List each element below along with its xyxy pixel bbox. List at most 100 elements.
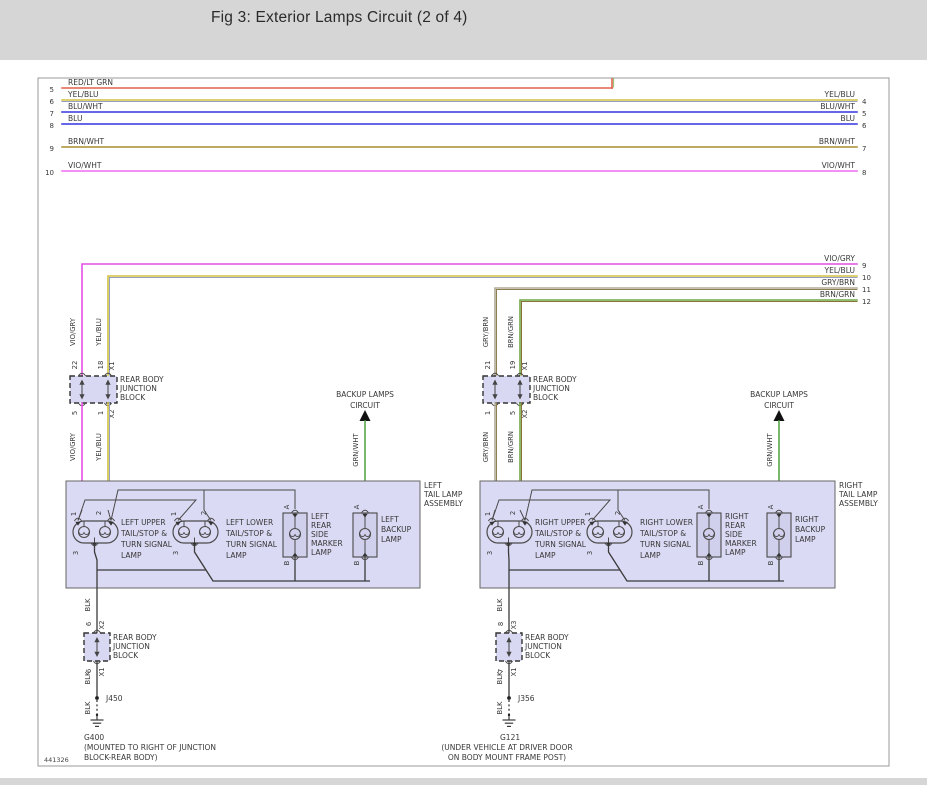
wire-label-vertical: BLK [84, 671, 92, 684]
assembly-name: TAIL LAMP [838, 490, 878, 499]
block-name: REAR BODY [120, 375, 164, 384]
off-page-label: BACKUP LAMPS [750, 390, 808, 399]
lamp-name: TAIL/STOP & [534, 529, 581, 538]
wire-end-dot [507, 713, 511, 717]
lamp-name: LEFT UPPER [121, 518, 166, 527]
lamp-name: LAMP [311, 548, 332, 557]
lamp-name: LAMP [226, 551, 247, 560]
right-tail-lamp-assembly: RIGHT TAIL LAMP ASSEMBLY 1 2 3 1 2 3 A B… [479, 480, 878, 589]
wire-label: BRN/WHT [819, 137, 856, 146]
wire-label-vertical: YEL/BLU [95, 318, 103, 347]
pin-number: 8 [862, 169, 866, 177]
pin-letter: B [767, 560, 775, 565]
lamp-name: RIGHT [725, 512, 749, 521]
pin-number: 21 [484, 361, 492, 370]
pin-number: 9 [50, 145, 54, 153]
junction-block-box [482, 375, 531, 404]
splice-label: J450 [105, 694, 123, 703]
lamp-name: TAIL/STOP & [225, 529, 272, 538]
connector-label: X2 [98, 621, 106, 630]
lamp-name: TURN SIGNAL [639, 540, 692, 549]
block-name: REAR BODY [113, 633, 157, 642]
pin-number: 4 [862, 98, 867, 106]
pin-letter: B [283, 560, 291, 565]
wire-label-vertical: BLK [496, 598, 504, 611]
pin-letter: B [353, 560, 361, 565]
wire-label: VIO/GRY [824, 254, 855, 263]
pin-number: 3 [72, 551, 80, 555]
pin-letter: A [767, 504, 775, 509]
wire-label: VIO/WHT [822, 161, 856, 170]
pin-number: 22 [71, 361, 79, 370]
wire-label-vertical: GRN/WHT [352, 432, 360, 466]
page: Fig 3: Exterior Lamps Circuit (2 of 4) 5… [0, 0, 927, 785]
wire-label-vertical: BLK [496, 671, 504, 684]
block-name: BLOCK [533, 393, 559, 402]
pin-number: 6 [862, 122, 867, 130]
wire-label: VIO/WHT [68, 161, 102, 170]
lamp-name: LAMP [725, 548, 746, 557]
connector-label: X1 [98, 668, 106, 677]
lamp-name: TURN SIGNAL [534, 540, 587, 549]
ground-caption: (UNDER VEHICLE AT DRIVER DOOR [441, 743, 572, 752]
lamp-name: MARKER [311, 539, 343, 548]
pin-number: 1 [484, 411, 492, 415]
pin-number: 3 [486, 551, 494, 555]
lamp-name: MARKER [725, 539, 757, 548]
pin-number: 5 [71, 411, 79, 415]
ground-wire [507, 546, 510, 588]
pin-number: 1 [97, 411, 105, 415]
wire-label-vertical: GRN/WHT [766, 432, 774, 466]
pin-number: 2 [95, 511, 103, 515]
pin-number: 19 [509, 361, 517, 370]
pin-letter: A [697, 504, 705, 509]
pin-number: 18 [97, 361, 105, 370]
lamp-name: REAR [725, 521, 745, 530]
block-name: JUNCTION [119, 384, 157, 393]
wire-label: BLU/WHT [820, 102, 855, 111]
pin-number: 8 [497, 622, 505, 626]
pin-number: 10 [862, 274, 871, 282]
pin-number: 3 [172, 551, 180, 555]
ground-caption: ON BODY MOUNT FRAME POST) [448, 753, 566, 762]
pin-number: 1 [70, 512, 78, 516]
off-page-label: CIRCUIT [350, 401, 380, 410]
assembly-name: ASSEMBLY [839, 499, 878, 508]
assembly-name: ASSEMBLY [424, 499, 463, 508]
lamp-name: TURN SIGNAL [225, 540, 278, 549]
wire-label: YEL/BLU [824, 266, 855, 275]
wire-label-vertical: BRN/GRN [507, 316, 515, 348]
wire-label: YEL/BLU [824, 90, 855, 99]
pin-number: 2 [614, 511, 622, 515]
wire-label: BLU [841, 114, 855, 123]
block-name: BLOCK [525, 651, 551, 660]
wire-label: BRN/GRN [820, 290, 855, 299]
pin-number: 3 [586, 551, 594, 555]
block-name: BLOCK [113, 651, 139, 660]
wire-label-vertical: BLK [84, 598, 92, 611]
lamp-name: LEFT [311, 512, 329, 521]
diagram-canvas [0, 60, 927, 778]
pin-number: 1 [584, 512, 592, 516]
lamp-name: LAMP [535, 551, 556, 560]
pin-number: 6 [50, 98, 55, 106]
pin-number: 11 [862, 286, 871, 294]
wire-label: YEL/BLU [67, 90, 98, 99]
wire-label-vertical: GRY/BRN [482, 317, 490, 347]
wiring-diagram: 5 6 7 8 9 10 RED/LT GRN YEL/BLU BLU/WHT … [0, 60, 927, 778]
block-name: JUNCTION [524, 642, 562, 651]
lamp-name: BACKUP [795, 525, 826, 534]
lamp-name: RIGHT [795, 515, 819, 524]
wire-label-vertical: GRY/BRN [482, 432, 490, 462]
pin-number: 2 [509, 511, 517, 515]
pin-letter: A [353, 504, 361, 509]
pin-number: 5 [509, 411, 517, 415]
pin-number: 12 [862, 298, 871, 306]
lamp-name: LEFT LOWER [226, 518, 273, 527]
assembly-name: RIGHT [839, 481, 863, 490]
left-tail-lamp-assembly: LEFT TAIL LAMP ASSEMBLY 1 2 3 1 2 3 A B … [65, 480, 463, 589]
pin-number: 1 [484, 512, 492, 516]
wire-label-vertical: VIO/GRY [69, 432, 77, 461]
pin-letter: B [697, 560, 705, 565]
wire-label: BRN/WHT [68, 137, 105, 146]
